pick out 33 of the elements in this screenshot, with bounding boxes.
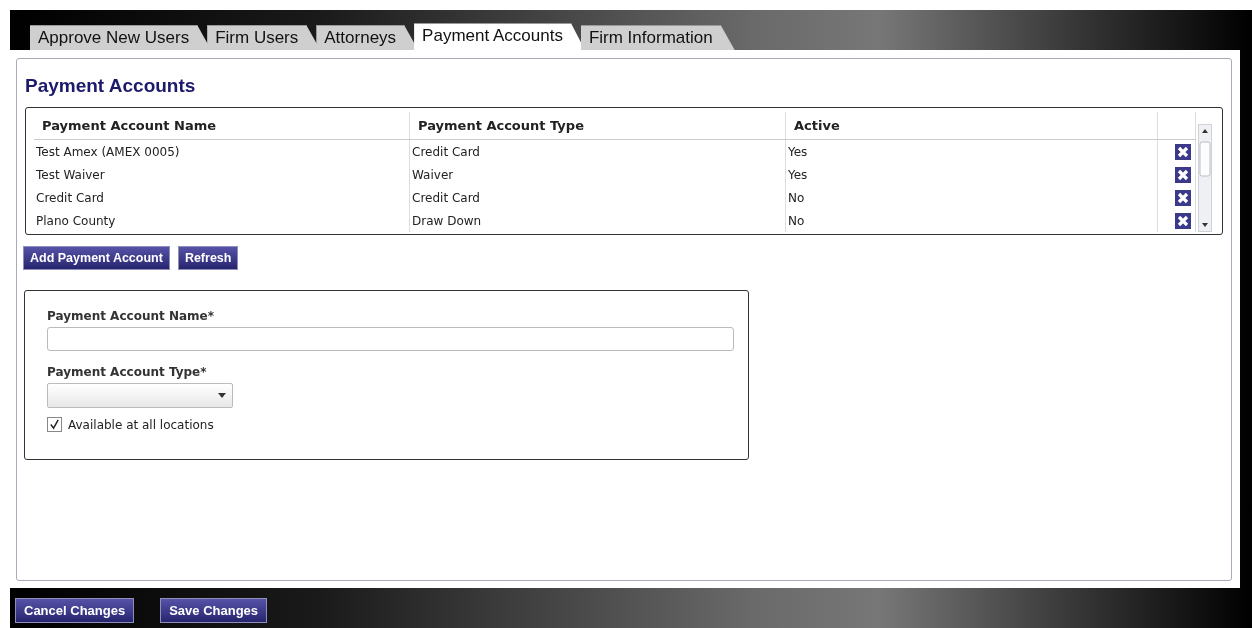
table-cell: Yes <box>786 140 1158 163</box>
table-cell: Plano County <box>34 209 410 232</box>
scrollbar[interactable] <box>1198 124 1212 232</box>
column-header: Payment Account Type <box>410 112 786 139</box>
section-title: Payment Accounts <box>25 75 197 97</box>
table-cell: Credit Card <box>34 186 410 209</box>
table-cell: No <box>786 186 1158 209</box>
table-cell: Draw Down <box>410 209 786 232</box>
table-cell: Credit Card <box>410 140 786 163</box>
table-cell: Waiver <box>410 163 786 186</box>
input-field[interactable] <box>47 327 734 351</box>
footer-button[interactable]: Save Changes <box>160 598 268 623</box>
delete-icon[interactable] <box>1175 212 1191 229</box>
checkbox-label: Available at all locations <box>68 417 214 432</box>
table-cell: Test Amex (AMEX 0005) <box>34 140 410 163</box>
delete-icon[interactable] <box>1175 166 1191 183</box>
table-cell: Test Waiver <box>34 163 410 186</box>
table-cell: Yes <box>786 163 1158 186</box>
action-button[interactable]: Refresh <box>177 246 239 270</box>
dropdown-field[interactable] <box>47 383 233 408</box>
checkbox[interactable] <box>47 417 62 432</box>
field-label: Payment Account Name* <box>47 309 215 323</box>
caret-icon <box>218 393 226 398</box>
footer-button[interactable]: Cancel Changes <box>15 598 135 623</box>
column-header: Payment Account Name <box>34 112 410 139</box>
action-button[interactable]: Add Payment Account <box>23 246 170 270</box>
delete-icon[interactable] <box>1175 189 1191 206</box>
table-cell: No <box>786 209 1158 232</box>
delete-icon[interactable] <box>1175 143 1191 160</box>
column-header: Active <box>786 112 1158 139</box>
table-cell: Credit Card <box>410 186 786 209</box>
field-label: Payment Account Type* <box>47 365 208 379</box>
tab[interactable]: Firm Information <box>580 25 735 50</box>
